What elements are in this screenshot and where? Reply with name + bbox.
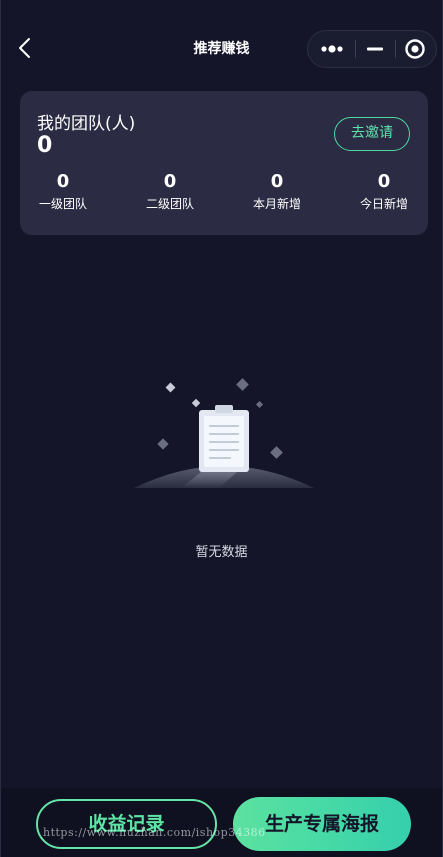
more-dots-icon[interactable] xyxy=(308,31,354,67)
invite-button[interactable]: 去邀请 xyxy=(334,117,410,151)
team-card: 我的团队(人) 0 去邀请 0 一级团队 0 二级团队 0 本月新增 0 今日新… xyxy=(20,91,428,235)
stat-label: 本月新增 xyxy=(252,197,301,211)
watermark-text: https://www.huzhan.com/ishop34386 xyxy=(43,826,266,839)
stat-value: 0 xyxy=(377,171,391,192)
team-total: 0 xyxy=(37,133,53,158)
top-nav: 推荐赚钱 xyxy=(1,0,442,96)
stat-today-new: 0 今日新增 xyxy=(344,171,424,212)
team-title: 我的团队(人) xyxy=(37,114,136,134)
stat-value: 0 xyxy=(270,171,284,192)
earnings-records-button[interactable]: 收益记录 xyxy=(36,799,217,849)
bottom-action-bar: 收益记录 生产专属海报 xyxy=(1,788,442,857)
stat-level-one: 0 一级团队 xyxy=(23,171,103,212)
app-frame: 推荐赚钱 我的团队(人) 0 去邀请 0 一级团队 0 二级团队 0 本月新增 … xyxy=(0,0,443,857)
close-target-icon[interactable] xyxy=(396,31,436,67)
stat-month-new: 0 本月新增 xyxy=(237,171,317,212)
stat-value: 0 xyxy=(163,171,177,192)
stat-level-two: 0 二级团队 xyxy=(130,171,210,212)
stat-label: 一级团队 xyxy=(38,197,87,211)
mini-program-capsule xyxy=(307,30,437,68)
minimize-icon[interactable] xyxy=(356,31,394,67)
empty-state-text: 暂无数据 xyxy=(195,545,248,560)
stat-label: 二级团队 xyxy=(145,197,194,211)
generate-poster-button[interactable]: 生产专属海报 xyxy=(233,797,411,851)
stat-label: 今日新增 xyxy=(359,197,408,211)
empty-clipboard-icon xyxy=(131,372,317,494)
stat-value: 0 xyxy=(56,171,70,192)
